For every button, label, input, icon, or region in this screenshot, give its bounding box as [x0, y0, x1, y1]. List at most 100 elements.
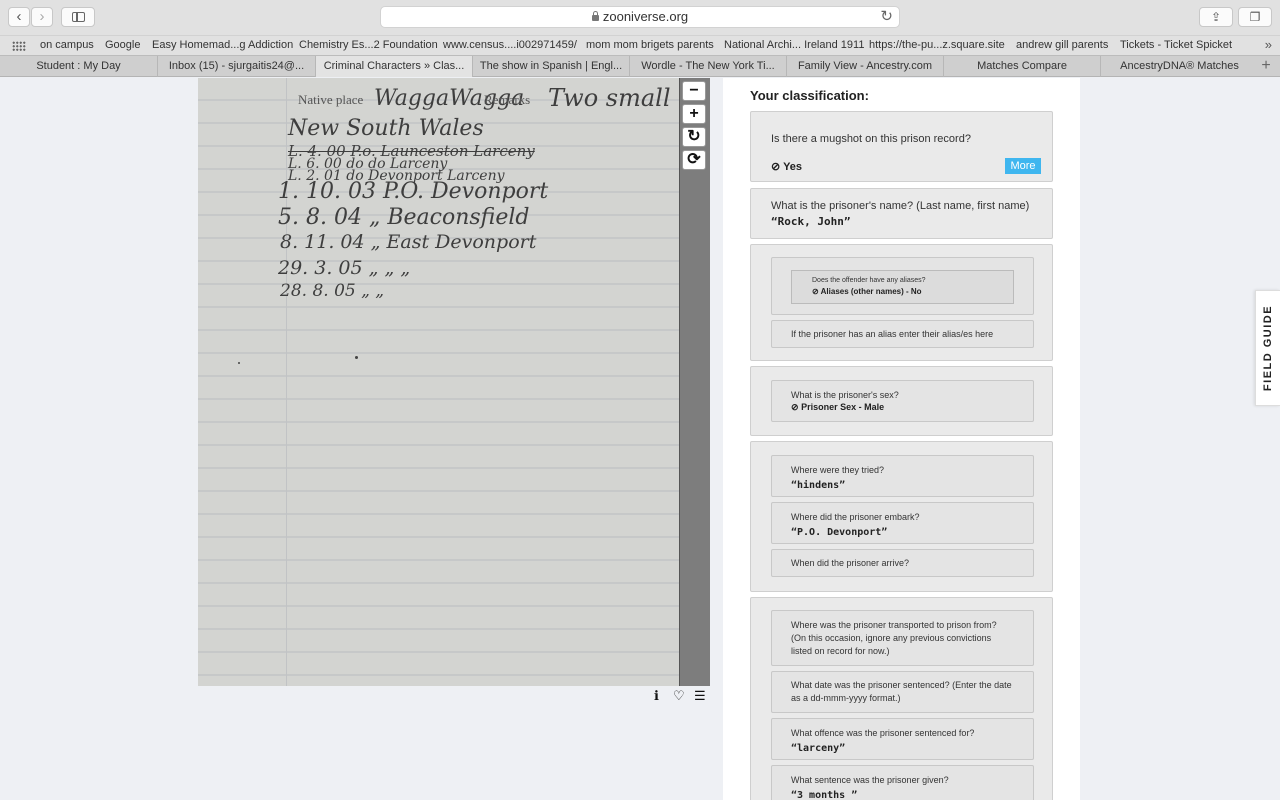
- share-button[interactable]: ⇪: [1199, 7, 1233, 27]
- sidebar-icon: [72, 12, 85, 22]
- field-guide-label: FIELD GUIDE: [1262, 304, 1274, 392]
- browser-tab-active[interactable]: Criminal Characters » Clas...: [315, 56, 472, 77]
- bookmark-item[interactable]: Chemistry Es...2 Foundation: [299, 39, 438, 51]
- browser-tab[interactable]: Student : My Day: [0, 56, 157, 77]
- handwritten-text: 8. 11. 04 „ East Devonport: [280, 231, 537, 253]
- printed-label: Remarks: [484, 92, 531, 107]
- tab-bar: Student : My Day Inbox (15) - sjurgaitis…: [0, 55, 1280, 77]
- ledger-column-line: [286, 78, 287, 686]
- bookmark-item[interactable]: Easy Homemad...g Addiction: [152, 39, 293, 51]
- browser-toolbar: ‹ › zooniverse.org ↻ ⇪ ❐: [0, 0, 1280, 35]
- arrive-question: When did the prisoner arrive?: [791, 558, 910, 568]
- chevron-double-right-icon[interactable]: »: [1265, 37, 1272, 52]
- mugshot-task[interactable]: Is there a mugshot on this prison record…: [750, 111, 1053, 182]
- offence-answer: “larceny”: [791, 743, 846, 754]
- tried-question: Where were they tried?: [791, 465, 885, 475]
- rotate-button[interactable]: ↻: [682, 127, 706, 147]
- browser-tab[interactable]: The show in Spanish | Engl...: [472, 56, 629, 77]
- tried-answer: “hindens”: [791, 480, 846, 491]
- lock-icon: [591, 11, 599, 21]
- offence-question: What offence was the prisoner sentenced …: [791, 728, 975, 738]
- bookmark-item[interactable]: on campus: [40, 39, 94, 51]
- embark-answer: “P.O. Devonport”: [791, 527, 888, 538]
- bookmark-item[interactable]: Google: [105, 39, 140, 51]
- bookmark-item[interactable]: mom mom brigets parents: [586, 39, 714, 51]
- url-text: zooniverse.org: [602, 9, 689, 24]
- browser-tab[interactable]: Wordle - The New York Ti...: [629, 56, 786, 77]
- aliases-question: Does the offender have any aliases?: [812, 277, 926, 284]
- new-tab-button[interactable]: +: [1256, 56, 1276, 76]
- sentence-answer: “3 months ”: [791, 790, 858, 800]
- grid-icon[interactable]: [12, 41, 26, 51]
- address-bar[interactable]: zooniverse.org ↻: [380, 6, 900, 28]
- chevron-left-icon: ‹: [16, 8, 22, 25]
- check-circle-icon: ⊘: [791, 402, 799, 412]
- handwritten-text: Two small: [548, 84, 671, 112]
- tabs-icon: ❐: [1249, 10, 1261, 24]
- browser-tab[interactable]: Matches Compare: [943, 56, 1100, 77]
- reload-icon[interactable]: ↻: [880, 7, 893, 27]
- transported-question-line: (On this occasion, ignore any previous c…: [791, 633, 992, 643]
- chevron-right-icon: ›: [39, 8, 45, 25]
- minus-icon: −: [689, 82, 699, 99]
- sex-question-box[interactable]: What is the prisoner's sex? ⊘ Prisoner S…: [771, 380, 1034, 422]
- browser-tab[interactable]: AncestryDNA® Matches: [1100, 56, 1258, 77]
- ink-mark: [355, 356, 358, 359]
- more-button[interactable]: More: [1005, 158, 1041, 174]
- handwritten-text: 5. 8. 04 „ Beaconsfield: [278, 205, 530, 230]
- embark-question: Where did the prisoner embark?: [791, 512, 920, 522]
- sentence-date-question-line: What date was the prisoner sentenced? (E…: [791, 680, 1012, 690]
- tried-field[interactable]: Where were they tried? “hindens”: [771, 455, 1034, 497]
- handwritten-text: New South Wales: [288, 116, 484, 141]
- aliases-answer: Aliases (other names) - No: [820, 287, 922, 296]
- share-icon: ⇪: [1210, 10, 1222, 24]
- mugshot-question: Is there a mugshot on this prison record…: [771, 133, 971, 145]
- alias-entry-question: If the prisoner has an alias enter their…: [791, 329, 994, 339]
- mugshot-answer: Yes: [783, 161, 803, 173]
- bookmark-item[interactable]: Tickets - Ticket Spicket: [1120, 39, 1232, 51]
- offence-field[interactable]: What offence was the prisoner sentenced …: [771, 718, 1034, 760]
- reset-view-button[interactable]: ⟳: [682, 150, 706, 170]
- bookmark-item[interactable]: www.census....i002971459/: [443, 39, 577, 51]
- forward-button[interactable]: ›: [31, 7, 53, 27]
- aliases-question-box[interactable]: Does the offender have any aliases? ⊘ Al…: [771, 257, 1034, 315]
- prison-record-scan[interactable]: Native place WaggaWagga Remarks Two smal…: [198, 78, 680, 686]
- list-icon[interactable]: ☰: [694, 688, 706, 704]
- handwritten-text: 28. 8. 05 „ „: [280, 281, 385, 301]
- panel-title: Your classification:: [750, 88, 869, 103]
- arrive-field[interactable]: When did the prisoner arrive?: [771, 549, 1034, 577]
- ink-mark: [238, 362, 240, 364]
- sex-task: What is the prisoner's sex? ⊘ Prisoner S…: [750, 366, 1053, 436]
- sidebar-toggle-button[interactable]: [61, 7, 95, 27]
- trial-task: Where were they tried? “hindens” Where d…: [750, 441, 1053, 592]
- aliases-task: Does the offender have any aliases? ⊘ Al…: [750, 244, 1053, 361]
- info-icon[interactable]: ℹ: [654, 688, 659, 704]
- tab-overview-button[interactable]: ❐: [1238, 7, 1272, 27]
- transported-field[interactable]: Where was the prisoner transported to pr…: [771, 610, 1034, 666]
- embark-field[interactable]: Where did the prisoner embark? “P.O. Dev…: [771, 502, 1034, 544]
- bookmark-item[interactable]: https://the-pu...z.square.site: [869, 39, 1005, 51]
- sentence-date-question-line: as a dd-mmm-yyyy format.): [791, 693, 901, 703]
- zoom-out-button[interactable]: −: [682, 81, 706, 101]
- field-guide-tab[interactable]: FIELD GUIDE: [1255, 290, 1280, 406]
- alias-entry-field[interactable]: If the prisoner has an alias enter their…: [771, 320, 1034, 348]
- sentence-question: What sentence was the prisoner given?: [791, 775, 949, 785]
- rotate-icon: ↻: [687, 128, 701, 145]
- bookmarks-bar: on campus Google Easy Homemad...g Addict…: [0, 35, 1280, 55]
- browser-tab[interactable]: Inbox (15) - sjurgaitis24@...: [157, 56, 315, 77]
- name-task[interactable]: What is the prisoner's name? (Last name,…: [750, 188, 1053, 239]
- refresh-icon: ⟳: [687, 151, 701, 168]
- browser-tab[interactable]: Family View - Ancestry.com: [786, 56, 943, 77]
- sentence-field[interactable]: What sentence was the prisoner given? “3…: [771, 765, 1034, 800]
- back-button[interactable]: ‹: [8, 7, 30, 27]
- bookmark-item[interactable]: National Archi... Ireland 1911: [724, 39, 864, 51]
- plus-icon: +: [1261, 57, 1271, 74]
- sentence-date-field[interactable]: What date was the prisoner sentenced? (E…: [771, 671, 1034, 713]
- zoom-in-button[interactable]: +: [682, 104, 706, 124]
- bookmark-item[interactable]: andrew gill parents: [1016, 39, 1108, 51]
- plus-icon: +: [689, 105, 699, 122]
- document-viewer: Native place WaggaWagga Remarks Two smal…: [198, 78, 710, 686]
- heart-icon[interactable]: ♡: [673, 688, 685, 704]
- printed-label: Native place: [298, 92, 364, 107]
- transported-question-line: listed on record for now.): [791, 646, 890, 656]
